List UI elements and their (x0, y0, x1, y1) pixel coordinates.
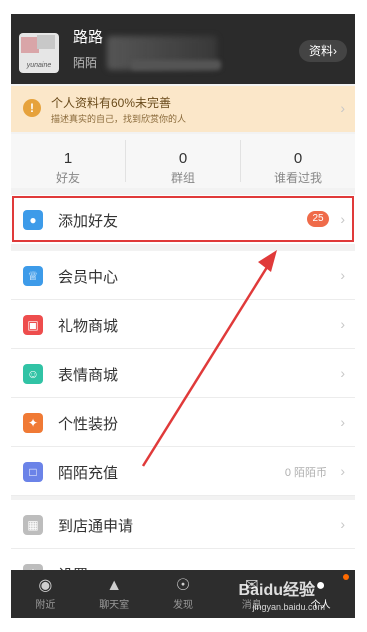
chevron-right-icon: › (340, 365, 345, 381)
menu-item-recharge[interactable]: □ 陌陌充值 0 陌陌币 › (11, 447, 355, 496)
stat-friends[interactable]: 1 好友 (11, 140, 126, 185)
menu-item-store-apply[interactable]: ▦ 到店通申请 › (11, 500, 355, 549)
username: 路路 (73, 29, 104, 46)
watermark-logo: Baidu经验 (238, 582, 315, 599)
chevron-right-icon: › (340, 267, 345, 283)
profile-button[interactable]: 资料› (298, 40, 347, 62)
profile-header[interactable]: yunaine 路路 陌陌 资料› (11, 14, 355, 84)
menu-item-label: 礼物商城 (58, 318, 119, 335)
stat-visitors[interactable]: 0 谁看过我 (241, 140, 355, 185)
stat-value: 1 (63, 150, 73, 167)
user-subtitle: 陌陌 (73, 56, 98, 70)
menu-item-personalize[interactable]: ✦ 个性装扮 › (11, 398, 355, 447)
tab-discover[interactable]: ☉ 发现 (149, 570, 218, 618)
stats-bar: 1 好友 0 群组 0 谁看过我 (11, 134, 355, 188)
avatar[interactable]: yunaine (19, 33, 59, 73)
coin-balance: 0 陌陌币 (284, 467, 327, 479)
app-screen: yunaine 路路 陌陌 资料› ! 个人资料有60%未完善 描述真实的自己，… (11, 14, 355, 618)
profile-button-label: 资料 (308, 44, 333, 58)
chevron-right-icon: › (340, 100, 345, 116)
chevron-right-icon: › (340, 463, 345, 479)
store-icon: ▦ (23, 515, 43, 535)
profile-completion-notice[interactable]: ! 个人资料有60%未完善 描述真实的自己，找到欣赏你的人 › (11, 86, 355, 132)
discover-icon: ☉ (175, 577, 191, 594)
brush-icon: ✦ (23, 413, 43, 433)
menu-item-sticker-shop[interactable]: ☺ 表情商城 › (11, 349, 355, 398)
notice-subtitle: 描述真实的自己，找到欣赏你的人 (51, 114, 187, 124)
chevron-right-icon: › (340, 414, 345, 430)
chevron-right-icon: › (333, 44, 337, 58)
warning-icon: ! (23, 99, 41, 117)
notice-title: 个人资料有60%未完善 (51, 96, 172, 110)
stat-label: 群组 (170, 171, 195, 185)
highlight-box (12, 196, 354, 242)
crown-icon: ♕ (23, 266, 43, 286)
menu-item-label: 会员中心 (58, 269, 119, 286)
tab-label: 发现 (172, 600, 193, 611)
tab-label: 聊天室 (99, 600, 130, 611)
stat-value: 0 (293, 150, 303, 167)
tab-label: 附近 (35, 600, 56, 611)
chatroom-icon: ▲ (106, 577, 123, 594)
emoticon-icon: ☺ (23, 364, 43, 384)
location-icon: ◉ (38, 577, 53, 594)
stat-label: 好友 (55, 171, 80, 185)
avatar-brand-text: yunaine (26, 62, 52, 69)
menu-item-label: 个性装扮 (58, 416, 119, 433)
stat-groups[interactable]: 0 群组 (126, 140, 241, 185)
chevron-right-icon: › (340, 516, 345, 532)
tab-nearby[interactable]: ◉ 附近 (11, 570, 80, 618)
menu-item-label: 陌陌充值 (58, 465, 119, 482)
menu-group-services: ♕ 会员中心 › ▣ 礼物商城 › ☺ 表情商城 › ✦ 个性装扮 › □ 陌陌… (11, 251, 355, 496)
avatar-photo-part (37, 35, 55, 49)
watermark-url: jingyan.baidu.com (252, 602, 325, 612)
gift-icon: ▣ (23, 315, 43, 335)
blurred-info (131, 60, 221, 70)
unread-dot (342, 574, 349, 580)
menu-item-label: 到店通申请 (58, 518, 134, 535)
tab-chatroom[interactable]: ▲ 聊天室 (80, 570, 149, 618)
stat-label: 谁看过我 (273, 171, 322, 185)
menu-item-gift-shop[interactable]: ▣ 礼物商城 › (11, 300, 355, 349)
menu-item-label: 表情商城 (58, 367, 119, 384)
menu-item-membership[interactable]: ♕ 会员中心 › (11, 251, 355, 300)
wallet-icon: □ (23, 462, 43, 482)
stat-value: 0 (178, 150, 188, 167)
chevron-right-icon: › (340, 316, 345, 332)
